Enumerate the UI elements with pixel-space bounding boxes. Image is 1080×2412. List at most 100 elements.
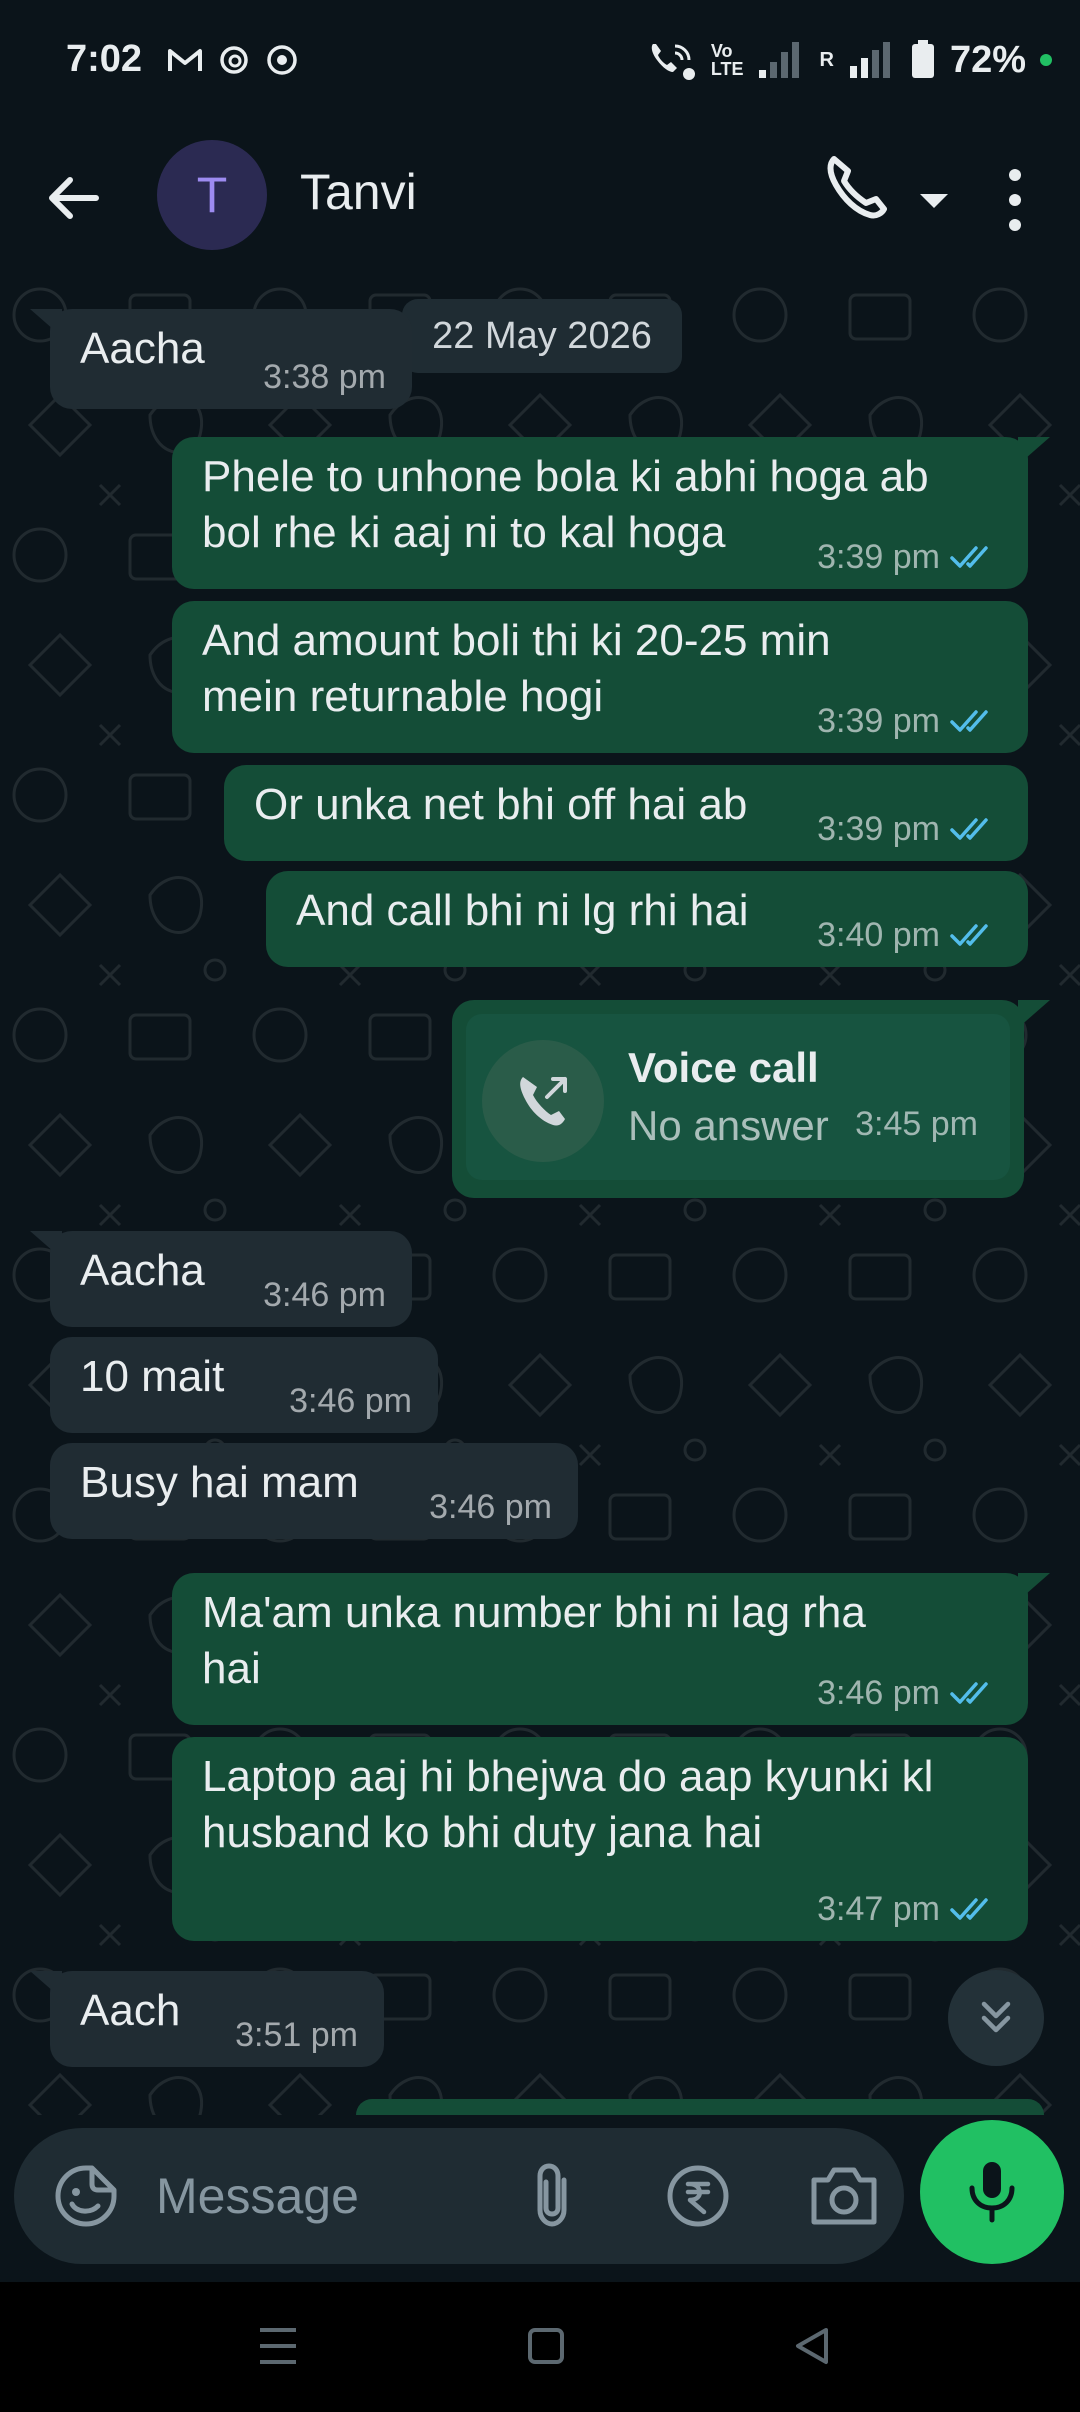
message-time: 3:51 pm [235,2016,358,2054]
voice-message-button[interactable] [920,2120,1064,2264]
chrome-icon [267,45,297,75]
message-time: 3:39 pm [817,702,940,740]
back-triangle-icon [796,2328,828,2364]
message-text-line: hai [202,1644,261,1693]
volte-top-label: Vo [710,41,733,61]
message-time: 3:46 pm [817,1674,940,1712]
recents-button[interactable] [258,2322,298,2370]
message-bubble-outgoing[interactable]: Phele to unhone bola ki abhi hoga ab bol… [172,437,1028,589]
roaming-label: R [819,48,834,71]
message-text: Busy hai mam [80,1458,359,1507]
read-ticks-icon [950,818,988,840]
signal-icon-2 [849,42,890,78]
next-message-edge [356,2099,1044,2115]
voice-call-title: Voice call [628,1044,819,1091]
message-bubble-incoming[interactable]: Aach 3:51 pm [50,1971,384,2067]
voice-call-status: No answer [628,1102,829,1149]
message-bubble-outgoing[interactable]: Or unka net bhi off hai ab 3:39 pm [224,765,1028,861]
message-text-line: Laptop aaj hi bhejwa do aap kyunki kl [202,1752,934,1801]
phone-icon [827,156,887,219]
message-text-line: And amount boli thi ki 20-25 min [202,616,831,665]
bubble-tail [1018,1573,1050,1601]
message-text-line: husband ko bhi duty jana hai [202,1808,763,1857]
message-text: 10 mait [80,1352,225,1401]
bubble-tail [30,1231,62,1259]
message-text: Aacha [80,1246,205,1295]
voice-call-time: 3:45 pm [855,1105,978,1143]
message-input[interactable] [156,2164,456,2228]
call-icon-circle [482,1040,604,1162]
more-vert-icon [1009,169,1021,231]
message-bubble-outgoing[interactable]: And call bhi ni lg rhi hai 3:40 pm [266,871,1028,967]
voice-call-message[interactable]: Voice call No answer 3:45 pm [452,1000,1024,1198]
voice-call-button[interactable] [820,153,920,243]
message-time: 3:46 pm [289,1382,412,1420]
rupee-icon [667,2165,729,2227]
back-arrow-icon [49,177,99,219]
threads-icon [220,46,248,74]
bubble-tail [30,309,62,337]
message-bubble-outgoing[interactable]: Ma'am unka number bhi ni lag rha hai 3:4… [172,1573,1028,1725]
message-bubble-incoming[interactable]: Aacha 3:46 pm [50,1231,412,1327]
message-time: 3:40 pm [817,916,940,954]
emoji-icon [55,2165,117,2227]
message-time: 3:46 pm [263,1276,386,1314]
camera-button[interactable] [804,2160,884,2232]
scroll-to-bottom-button[interactable] [948,1970,1044,2066]
message-text: Or unka net bhi off hai ab [254,780,748,829]
dropdown-icon [920,194,948,208]
back-button[interactable] [36,160,112,236]
nav-back-button[interactable] [792,2324,832,2368]
wifi-call-icon [651,44,695,80]
contact-name[interactable]: Tanvi [300,163,417,221]
call-options-dropdown[interactable] [914,180,954,220]
mic-icon [969,2162,1015,2223]
battery-icon [911,40,934,78]
missed-outgoing-call-icon [520,1077,567,1126]
message-bubble-incoming[interactable]: Busy hai mam 3:46 pm [50,1443,578,1539]
status-notification-icons [168,44,298,76]
voice-call-inner[interactable]: Voice call No answer 3:45 pm [466,1014,1010,1180]
battery-percentage: 72% [949,38,1026,81]
read-ticks-icon [950,710,988,732]
message-bubble-incoming[interactable]: 10 mait 3:46 pm [50,1337,438,1433]
gmail-icon [168,49,202,71]
attach-icon [537,2163,567,2227]
message-bubble-outgoing[interactable]: Laptop aaj hi bhejwa do aap kyunki kl hu… [172,1737,1028,1941]
message-text-line: mein returnable hogi [202,672,604,721]
more-options-button[interactable] [990,155,1040,245]
status-time: 7:02 [66,38,143,80]
menu-lines-icon [260,2328,296,2364]
message-bubble-incoming[interactable]: Aacha 3:38 pm [50,309,412,409]
read-ticks-icon [950,546,988,568]
payment-button[interactable] [662,2160,734,2232]
message-time: 3:47 pm [817,1890,940,1928]
message-text: And call bhi ni lg rhi hai [296,886,749,935]
signal-icon [759,42,800,78]
bubble-tail [1018,437,1050,465]
home-button[interactable] [526,2324,566,2368]
contact-avatar[interactable]: T [157,140,267,250]
chat-header: T Tanvi [0,125,1080,275]
status-right-icons: Vo LTE R 72% [645,38,1052,82]
message-time: 3:38 pm [263,358,386,396]
message-text-line: Ma'am unka number bhi ni lag rha [202,1588,866,1637]
volte-indicator: Vo LTE [711,42,744,78]
message-time: 3:39 pm [817,538,940,576]
attach-button[interactable] [518,2160,590,2232]
message-text: Aach [80,1986,181,2035]
read-ticks-icon [950,924,988,946]
status-bar: 7:02 Vo LTE R 72% [0,0,1080,125]
system-navigation-bar [0,2282,1080,2412]
home-square-icon [528,2328,564,2364]
date-chip: 22 May 2026 [402,299,682,373]
read-ticks-icon [950,1898,988,1920]
bubble-tail [1018,1000,1050,1028]
message-time: 3:39 pm [817,810,940,848]
emoji-button[interactable] [52,2162,120,2230]
message-text-line: Phele to unhone bola ki abhi hoga ab [202,452,929,501]
chat-area[interactable]: 22 May 2026 Aacha 3:38 pm Phele to unhon… [0,275,1080,2115]
volte-bottom-label: LTE [710,59,744,79]
privacy-dot [1040,54,1052,66]
message-bubble-outgoing[interactable]: And amount boli thi ki 20-25 min mein re… [172,601,1028,753]
